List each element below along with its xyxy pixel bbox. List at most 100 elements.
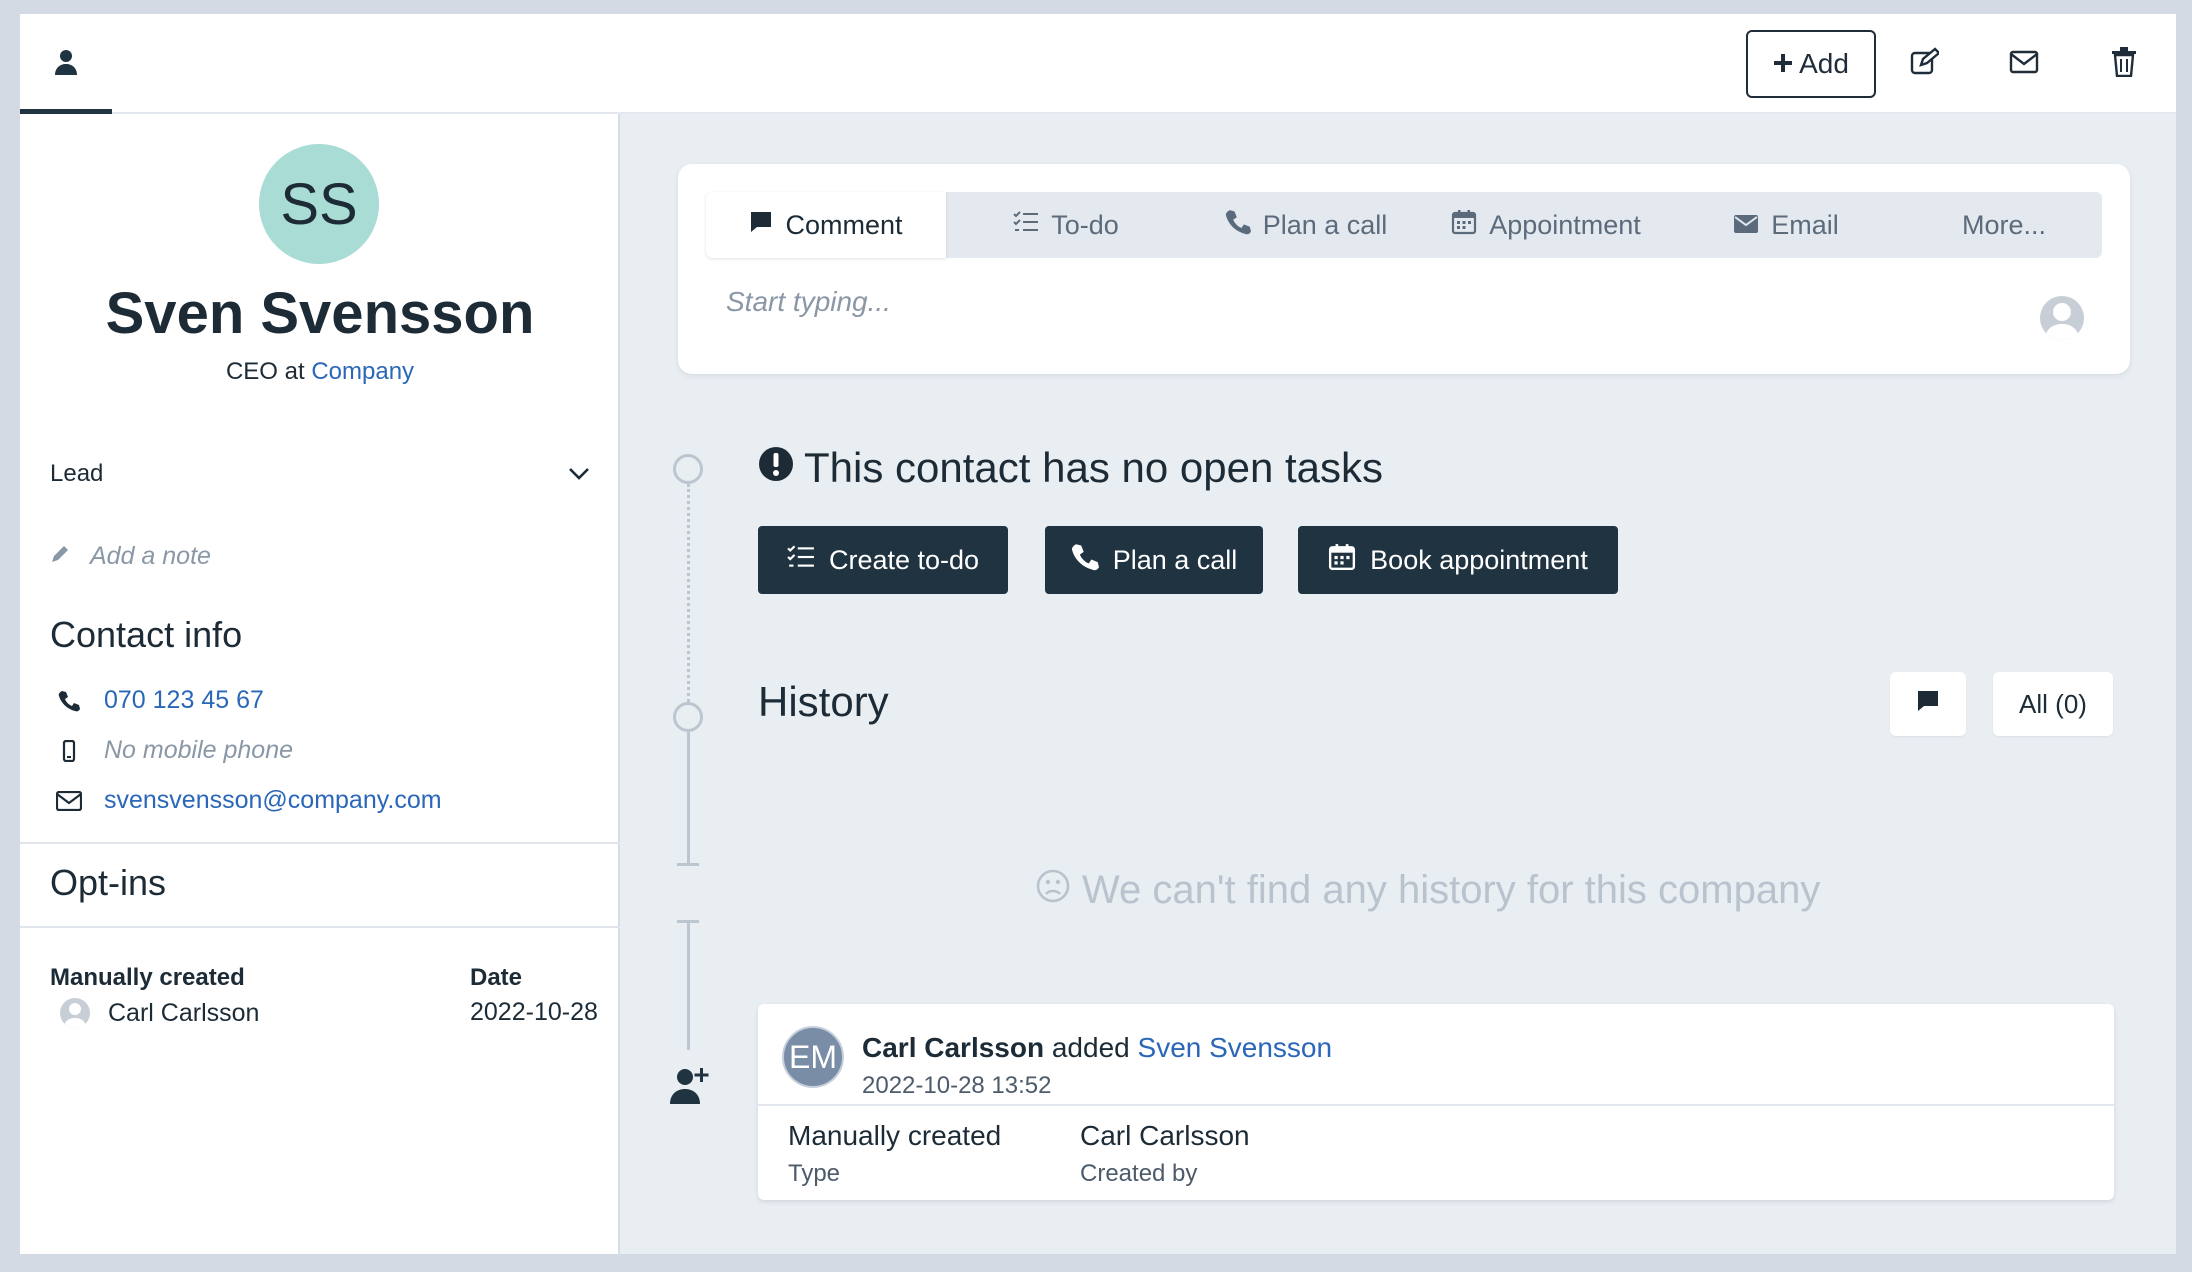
phone-icon bbox=[1071, 543, 1099, 578]
optins-creator: Carl Carlsson bbox=[60, 998, 259, 1028]
contact-info-title: Contact info bbox=[50, 614, 243, 655]
comment-input[interactable]: Start typing... bbox=[726, 286, 891, 318]
edit-button[interactable] bbox=[1896, 36, 1952, 92]
history-entry: EM Carl Carlsson added Sven Svensson 202… bbox=[758, 1004, 2114, 1200]
create-todo-button[interactable]: Create to-do bbox=[758, 526, 1008, 594]
history-created-by-label: Created by bbox=[1080, 1160, 1198, 1187]
optins-title: Opt-ins bbox=[50, 862, 167, 903]
tab-plan-call-label: Plan a call bbox=[1262, 209, 1388, 240]
add-button-label: Add bbox=[1799, 48, 1849, 79]
timeline-node bbox=[673, 702, 703, 732]
avatar: SS bbox=[259, 144, 379, 264]
email-row: svensvensson@company.com bbox=[56, 786, 442, 815]
optins-col2-header: Date bbox=[470, 964, 523, 991]
timeline-dashed-line bbox=[687, 484, 690, 702]
history-type-value: Manually created bbox=[788, 1120, 1002, 1151]
tab-email[interactable]: Email bbox=[1666, 192, 1906, 258]
contact-view: Add SS Sven Svensson CEO at Company Lead bbox=[20, 14, 2176, 1254]
plus-icon bbox=[1773, 48, 1793, 80]
history-title: History bbox=[758, 678, 889, 725]
add-note-placeholder: Add a note bbox=[90, 542, 211, 570]
chevron-down-icon bbox=[568, 460, 590, 488]
person-icon bbox=[54, 48, 78, 81]
history-created-by-value: Carl Carlsson bbox=[1080, 1120, 1250, 1151]
filter-all-button[interactable]: All (0) bbox=[1993, 672, 2113, 736]
phone-icon bbox=[1225, 209, 1251, 242]
avatar: EM bbox=[782, 1026, 844, 1088]
add-button[interactable]: Add bbox=[1746, 30, 1876, 98]
filter-comments-button[interactable] bbox=[1890, 672, 1966, 736]
mobile-row: No mobile phone bbox=[56, 736, 293, 765]
mail-icon bbox=[2009, 50, 2039, 79]
tab-todo-label: To-do bbox=[1051, 209, 1119, 240]
history-target-link[interactable]: Sven Svensson bbox=[1138, 1032, 1333, 1063]
contact-name: Sven Svensson bbox=[105, 281, 535, 346]
phone-row: 070 123 45 67 bbox=[56, 686, 264, 715]
history-action: added bbox=[1051, 1032, 1130, 1063]
timeline-line bbox=[687, 920, 690, 1050]
tab-plan-call[interactable]: Plan a call bbox=[1186, 192, 1426, 258]
filter-all-label: All (0) bbox=[2019, 688, 2087, 719]
no-tasks-heading: This contact has no open tasks bbox=[758, 444, 1383, 492]
optins-creator-name: Carl Carlsson bbox=[108, 998, 260, 1027]
empty-history-message: We can't find any history for this compa… bbox=[1036, 868, 1820, 913]
tab-appointment-label: Appointment bbox=[1489, 209, 1641, 240]
no-tasks-text: This contact has no open tasks bbox=[804, 444, 1383, 491]
delete-button[interactable] bbox=[2096, 36, 2152, 92]
history-actor: Carl Carlsson bbox=[862, 1032, 1045, 1063]
divider bbox=[20, 926, 620, 928]
tab-todo[interactable]: To-do bbox=[946, 192, 1186, 258]
contact-sidebar: SS Sven Svensson CEO at Company Lead Add… bbox=[20, 114, 620, 1254]
user-avatar-icon bbox=[60, 998, 90, 1028]
add-note-field[interactable]: Add a note bbox=[50, 542, 211, 571]
edit-icon bbox=[1909, 46, 1941, 82]
divider bbox=[20, 842, 620, 844]
optins-date: 2022-10-28 bbox=[470, 998, 598, 1026]
book-appointment-button[interactable]: Book appointment bbox=[1298, 526, 1618, 594]
user-avatar-icon bbox=[2040, 296, 2084, 340]
comment-icon bbox=[1916, 689, 1940, 720]
history-timestamp: 2022-10-28 13:52 bbox=[862, 1072, 1052, 1099]
plan-call-label: Plan a call bbox=[1112, 544, 1238, 575]
optins-col1-header: Manually created bbox=[50, 964, 245, 991]
divider bbox=[758, 1104, 2114, 1106]
create-todo-label: Create to-do bbox=[828, 544, 980, 575]
role-prefix: CEO at bbox=[225, 358, 305, 385]
top-bar: Add bbox=[20, 14, 2176, 116]
contact-role: CEO at Company bbox=[20, 358, 620, 386]
plan-call-button[interactable]: Plan a call bbox=[1045, 526, 1263, 594]
calendar-icon bbox=[1328, 543, 1356, 578]
todo-list-icon bbox=[1013, 210, 1039, 241]
book-appointment-label: Book appointment bbox=[1370, 544, 1588, 575]
history-entry-summary: Carl Carlsson added Sven Svensson bbox=[862, 1032, 1332, 1064]
phone-link[interactable]: 070 123 45 67 bbox=[104, 686, 264, 715]
tab-more[interactable]: More... bbox=[1906, 192, 2102, 258]
tab-email-label: Email bbox=[1771, 209, 1839, 240]
tab-person[interactable] bbox=[20, 14, 112, 116]
mail-button[interactable] bbox=[1996, 36, 2052, 92]
phone-icon bbox=[56, 690, 82, 712]
tab-appointment[interactable]: Appointment bbox=[1426, 192, 1666, 258]
tab-comment[interactable]: Comment bbox=[706, 192, 946, 258]
timeline-cap bbox=[677, 863, 699, 866]
sad-face-icon bbox=[1036, 868, 1070, 913]
timeline-node bbox=[673, 454, 703, 484]
tab-comment-label: Comment bbox=[785, 209, 903, 240]
status-select[interactable]: Lead bbox=[50, 454, 590, 494]
empty-history-text: We can't find any history for this compa… bbox=[1082, 868, 1821, 912]
composer-tabs: Comment To-do Plan a call Appointment Em… bbox=[706, 192, 2102, 258]
add-user-icon bbox=[670, 1066, 710, 1109]
tab-more-label: More... bbox=[1961, 209, 2047, 240]
exclamation-circle-icon bbox=[758, 444, 794, 492]
mobile-icon bbox=[56, 739, 82, 762]
envelope-icon bbox=[56, 790, 82, 811]
email-link[interactable]: svensvensson@company.com bbox=[104, 786, 442, 815]
status-value: Lead bbox=[50, 460, 104, 487]
company-link[interactable]: Company bbox=[311, 358, 414, 385]
envelope-icon bbox=[1733, 210, 1759, 241]
todo-list-icon bbox=[787, 544, 815, 577]
history-type-label: Type bbox=[788, 1160, 841, 1187]
mobile-value: No mobile phone bbox=[104, 736, 294, 764]
calendar-icon bbox=[1451, 209, 1477, 242]
activity-composer: Comment To-do Plan a call Appointment Em… bbox=[678, 164, 2130, 374]
